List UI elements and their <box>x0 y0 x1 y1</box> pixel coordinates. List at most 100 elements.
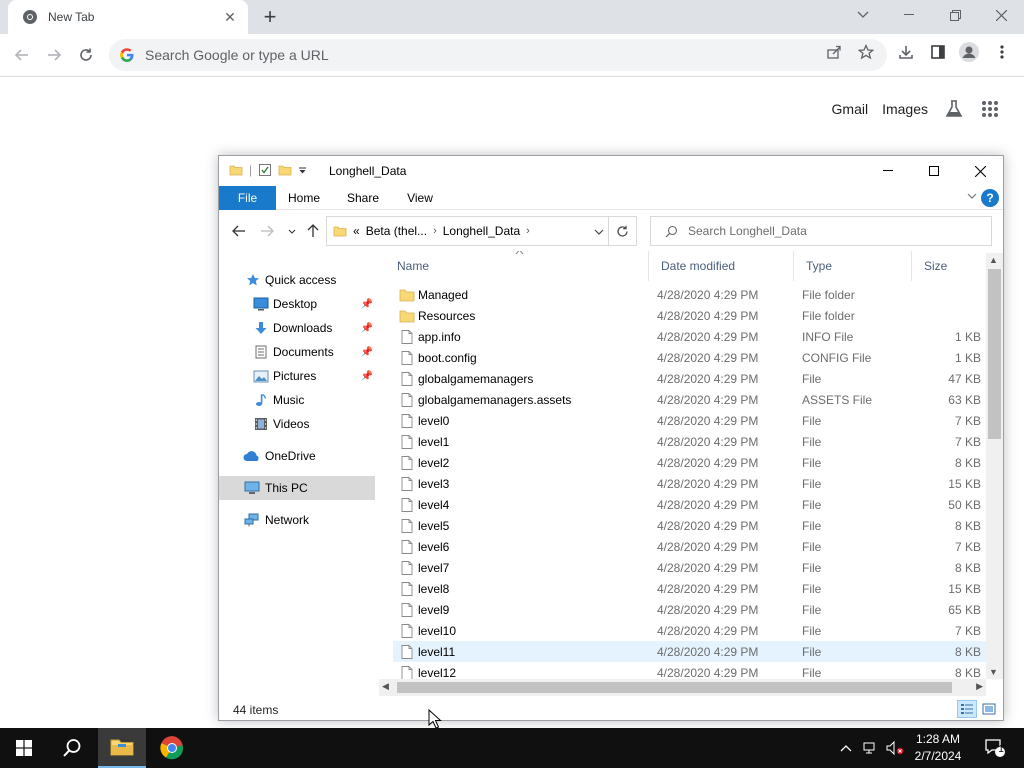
horizontal-scrollbar[interactable]: ◀ ▶ <box>379 679 986 696</box>
taskbar-clock[interactable]: 1:28 AM 2/7/2024 <box>905 731 971 765</box>
file-row[interactable]: level3 4/28/2020 4:29 PM File 15 KB <box>393 473 987 494</box>
show-hidden-icons-chevron-icon[interactable] <box>836 728 856 768</box>
minimize-button[interactable] <box>886 0 932 30</box>
file-row[interactable]: level5 4/28/2020 4:29 PM File 8 KB <box>393 515 987 536</box>
file-date-modified: 4/28/2020 4:29 PM <box>657 561 759 575</box>
file-row[interactable]: level8 4/28/2020 4:29 PM File 15 KB <box>393 578 987 599</box>
explorer-address-bar[interactable]: « Beta (thel... › Longhell_Data › <box>326 216 609 246</box>
nav-item-videos[interactable]: Videos <box>219 412 375 436</box>
column-header-type[interactable]: Type <box>794 251 912 281</box>
vertical-scrollbar[interactable]: ▲ ▼ <box>986 253 1003 679</box>
column-header-size[interactable]: Size <box>912 251 992 281</box>
explorer-minimize-button[interactable] <box>865 156 911 186</box>
address-bar[interactable]: Search Google or type a URL <box>109 39 887 71</box>
tab-close-icon[interactable]: ✕ <box>222 9 238 25</box>
item-count: 44 items <box>233 703 279 717</box>
network-status-icon[interactable] <box>860 728 882 768</box>
close-window-button[interactable] <box>978 0 1024 30</box>
explorer-close-button[interactable] <box>957 156 1003 186</box>
file-row[interactable]: app.info 4/28/2020 4:29 PM INFO File 1 KB <box>393 326 987 347</box>
restore-button[interactable] <box>932 0 978 30</box>
tab-new-tab[interactable]: New Tab ✕ <box>8 0 248 34</box>
scroll-left-arrow-icon[interactable]: ◀ <box>382 681 389 692</box>
apps-grid-icon[interactable] <box>978 97 1002 121</box>
explorer-maximize-button[interactable] <box>911 156 957 186</box>
large-icons-view-icon[interactable] <box>979 700 999 718</box>
scroll-down-arrow-icon[interactable]: ▼ <box>989 667 998 677</box>
ribbon-tab-file[interactable]: File <box>219 186 276 210</box>
address-separator-icon[interactable]: › <box>433 225 437 237</box>
new-folder-icon[interactable] <box>278 163 292 177</box>
share-icon[interactable] <box>823 41 845 63</box>
horizontal-scroll-thumb[interactable] <box>397 682 952 693</box>
file-row[interactable]: Managed 4/28/2020 4:29 PM File folder <box>393 284 987 305</box>
notification-center-icon[interactable]: 1 <box>980 728 1010 768</box>
file-row[interactable]: level2 4/28/2020 4:29 PM File 8 KB <box>393 452 987 473</box>
properties-check-icon[interactable] <box>258 163 272 177</box>
taskbar-chrome-icon[interactable] <box>148 728 196 768</box>
chrome-menu-icon[interactable] <box>991 41 1013 63</box>
nav-item-pictures[interactable]: Pictures 📌 <box>219 364 375 388</box>
taskbar-file-explorer-icon[interactable] <box>98 728 146 768</box>
download-icon[interactable] <box>895 41 917 63</box>
file-row[interactable]: boot.config 4/28/2020 4:29 PM CONFIG File 1… <box>393 347 987 368</box>
explorer-forward-icon[interactable] <box>257 221 277 241</box>
column-header-name[interactable]: Name <box>385 251 649 281</box>
back-arrow-icon[interactable] <box>9 42 35 68</box>
explorer-refresh-icon[interactable] <box>609 216 637 246</box>
file-row[interactable]: globalgamemanagers.assets 4/28/2020 4:29 … <box>393 389 987 410</box>
address-overflow[interactable]: « <box>353 224 360 238</box>
expand-ribbon-chevron-icon[interactable] <box>967 190 977 202</box>
nav-item-this-pc[interactable]: This PC <box>219 476 375 500</box>
start-windows-icon[interactable] <box>0 728 48 768</box>
volume-muted-icon[interactable] <box>884 728 906 768</box>
side-panel-icon[interactable] <box>927 41 949 63</box>
ribbon-tab-share[interactable]: Share <box>339 186 387 210</box>
customize-toolbar-chevron-icon[interactable] <box>298 166 307 175</box>
tab-search-icon[interactable] <box>840 0 886 30</box>
file-row[interactable]: globalgamemanagers 4/28/2020 4:29 PM File 4… <box>393 368 987 389</box>
file-row[interactable]: level1 4/28/2020 4:29 PM File 7 KB <box>393 431 987 452</box>
ribbon-tab-view[interactable]: View <box>399 186 441 210</box>
nav-item-documents[interactable]: Documents 📌 <box>219 340 375 364</box>
file-row[interactable]: level10 4/28/2020 4:29 PM File 7 KB <box>393 620 987 641</box>
explorer-search-box[interactable]: Search Longhell_Data <box>650 216 992 246</box>
profile-avatar-icon[interactable] <box>958 41 980 63</box>
file-row[interactable]: level6 4/28/2020 4:29 PM File 7 KB <box>393 536 987 557</box>
file-row[interactable]: level9 4/28/2020 4:29 PM File 65 KB <box>393 599 987 620</box>
labs-flask-icon[interactable] <box>942 97 966 121</box>
nav-item-downloads[interactable]: Downloads 📌 <box>219 316 375 340</box>
forward-arrow-icon[interactable] <box>41 42 67 68</box>
help-icon[interactable]: ? <box>981 189 999 207</box>
new-tab-button[interactable]: + <box>258 5 282 29</box>
images-link[interactable]: Images <box>882 101 928 117</box>
taskbar-search-icon[interactable] <box>48 728 96 768</box>
address-dropdown-chevron-icon[interactable] <box>594 224 604 238</box>
details-view-icon[interactable] <box>957 700 977 718</box>
file-row[interactable]: level0 4/28/2020 4:29 PM File 7 KB <box>393 410 987 431</box>
up-one-level-icon[interactable] <box>303 221 323 241</box>
nav-item-music[interactable]: Music <box>219 388 375 412</box>
column-header-date-modified[interactable]: Date modified <box>649 251 794 281</box>
ribbon-tab-home[interactable]: Home <box>281 186 327 210</box>
address-segment-beta[interactable]: Beta (thel... <box>366 224 427 238</box>
nav-item-network[interactable]: Network <box>219 508 375 532</box>
nav-item-desktop[interactable]: Desktop 📌 <box>219 292 375 316</box>
vertical-scroll-thumb[interactable] <box>988 269 1001 439</box>
nav-item-onedrive[interactable]: OneDrive <box>219 444 375 468</box>
scroll-right-arrow-icon[interactable]: ▶ <box>976 681 983 692</box>
address-separator-icon[interactable]: › <box>526 225 530 237</box>
address-segment-longhell-data[interactable]: Longhell_Data <box>443 224 520 238</box>
reload-icon[interactable] <box>73 42 99 68</box>
file-row[interactable]: level4 4/28/2020 4:29 PM File 50 KB <box>393 494 987 515</box>
file-row[interactable]: level11 4/28/2020 4:29 PM File 8 KB <box>393 641 987 662</box>
gmail-link[interactable]: Gmail <box>832 101 869 117</box>
file-row[interactable]: level7 4/28/2020 4:29 PM File 8 KB <box>393 557 987 578</box>
scroll-up-arrow-icon[interactable]: ▲ <box>989 255 998 265</box>
explorer-titlebar[interactable]: | Longhell_Data <box>219 156 1003 186</box>
explorer-back-icon[interactable] <box>229 221 249 241</box>
nav-item-quick-access[interactable]: Quick access <box>219 268 375 292</box>
file-row[interactable]: Resources 4/28/2020 4:29 PM File folder <box>393 305 987 326</box>
recent-locations-chevron-icon[interactable] <box>282 221 302 241</box>
bookmark-star-icon[interactable] <box>855 41 877 63</box>
